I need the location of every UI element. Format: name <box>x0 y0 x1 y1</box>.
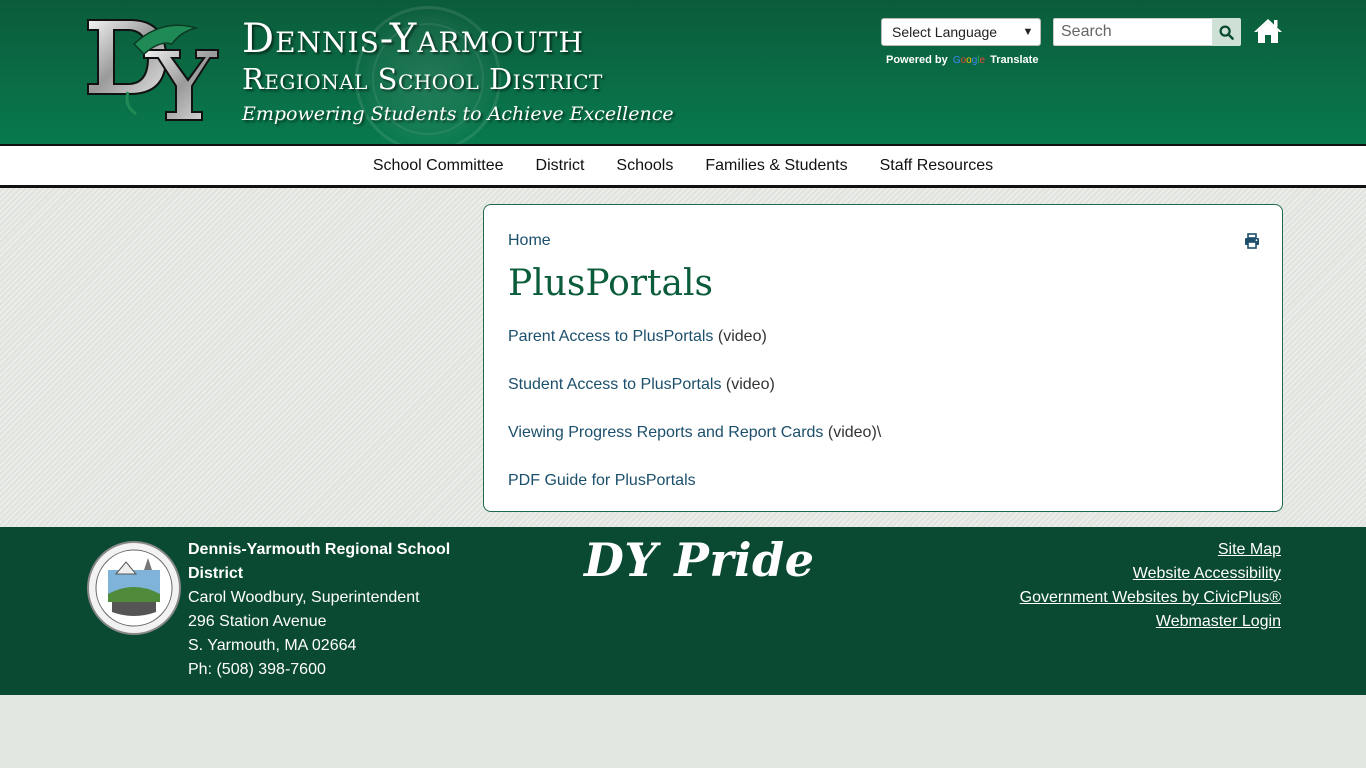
search-input[interactable] <box>1053 18 1212 46</box>
footer-address-line2: S. Yarmouth, MA 02664 <box>188 637 357 654</box>
site-footer: Dennis-Yarmouth Regional School District… <box>0 527 1366 695</box>
search-icon <box>1219 24 1234 40</box>
list-item: Viewing Progress Reports and Report Card… <box>508 424 881 442</box>
content-card: Home PlusPortals Parent Access to PlusPo… <box>483 204 1283 512</box>
site-title[interactable]: Dennis-Yarmouth Regional School District… <box>242 16 674 130</box>
chevron-down-icon: ▼ <box>1022 26 1034 38</box>
site-tagline: Empowering Students to Achieve Excellenc… <box>242 103 674 125</box>
translate-label: Translate <box>990 54 1039 66</box>
parent-access-link[interactable]: Parent Access to PlusPortals <box>508 328 713 345</box>
nav-item-families-students[interactable]: Families & Students <box>689 146 863 186</box>
civicplus-link[interactable]: Government Websites by CivicPlus® <box>1020 586 1281 610</box>
site-title-line1: Dennis-Yarmouth <box>242 16 584 62</box>
footer-org-name: Dennis-Yarmouth Regional School District <box>188 541 451 582</box>
list-item: Student Access to PlusPortals (video) <box>508 376 775 394</box>
breadcrumb-home-link[interactable]: Home <box>508 232 551 250</box>
nav-item-staff-resources[interactable]: Staff Resources <box>864 146 1010 186</box>
webmaster-login-link[interactable]: Webmaster Login <box>1020 610 1281 634</box>
link-suffix: (video) <box>721 376 775 393</box>
website-accessibility-link[interactable]: Website Accessibility <box>1020 562 1281 586</box>
student-access-link[interactable]: Student Access to PlusPortals <box>508 376 721 393</box>
pdf-guide-link[interactable]: PDF Guide for PlusPortals <box>508 472 696 489</box>
home-icon[interactable] <box>1253 17 1283 45</box>
link-suffix: (video)\ <box>823 424 882 441</box>
link-suffix: (video) <box>713 328 767 345</box>
district-seal-icon <box>87 541 181 635</box>
nav-item-school-committee[interactable]: School Committee <box>357 146 520 186</box>
language-select[interactable]: Select Language ▼ <box>881 18 1041 46</box>
footer-links: Site Map Website Accessibility Governmen… <box>1020 538 1281 634</box>
site-header: Dennis-Yarmouth Regional School District… <box>0 0 1366 144</box>
nav-item-schools[interactable]: Schools <box>600 146 689 186</box>
page-title: PlusPortals <box>508 263 713 304</box>
print-icon[interactable] <box>1244 233 1260 249</box>
dy-logo-icon[interactable] <box>84 14 220 124</box>
footer-slogan: DY Pride <box>584 533 815 587</box>
language-select-value: Select Language <box>892 24 998 40</box>
footer-address: Dennis-Yarmouth Regional School District… <box>188 538 458 682</box>
search-box <box>1053 18 1241 46</box>
footer-address-line1: 296 Station Avenue <box>188 613 327 630</box>
search-button[interactable] <box>1212 18 1241 46</box>
powered-by-label: Powered by <box>886 54 948 66</box>
footer-phone: Ph: (508) 398-7600 <box>188 661 326 678</box>
progress-reports-link[interactable]: Viewing Progress Reports and Report Card… <box>508 424 823 441</box>
list-item: Parent Access to PlusPortals (video) <box>508 328 767 346</box>
nav-item-district[interactable]: District <box>520 146 601 186</box>
footer-superintendent: Carol Woodbury, Superintendent <box>188 589 420 606</box>
main-nav: School Committee District Schools Famili… <box>0 144 1366 188</box>
list-item: PDF Guide for PlusPortals <box>508 472 696 490</box>
powered-by-google-translate[interactable]: Powered by Google Translate <box>886 54 1038 66</box>
google-logo-icon: Google <box>952 55 986 66</box>
site-title-line2: Regional School District <box>242 62 603 96</box>
site-map-link[interactable]: Site Map <box>1020 538 1281 562</box>
